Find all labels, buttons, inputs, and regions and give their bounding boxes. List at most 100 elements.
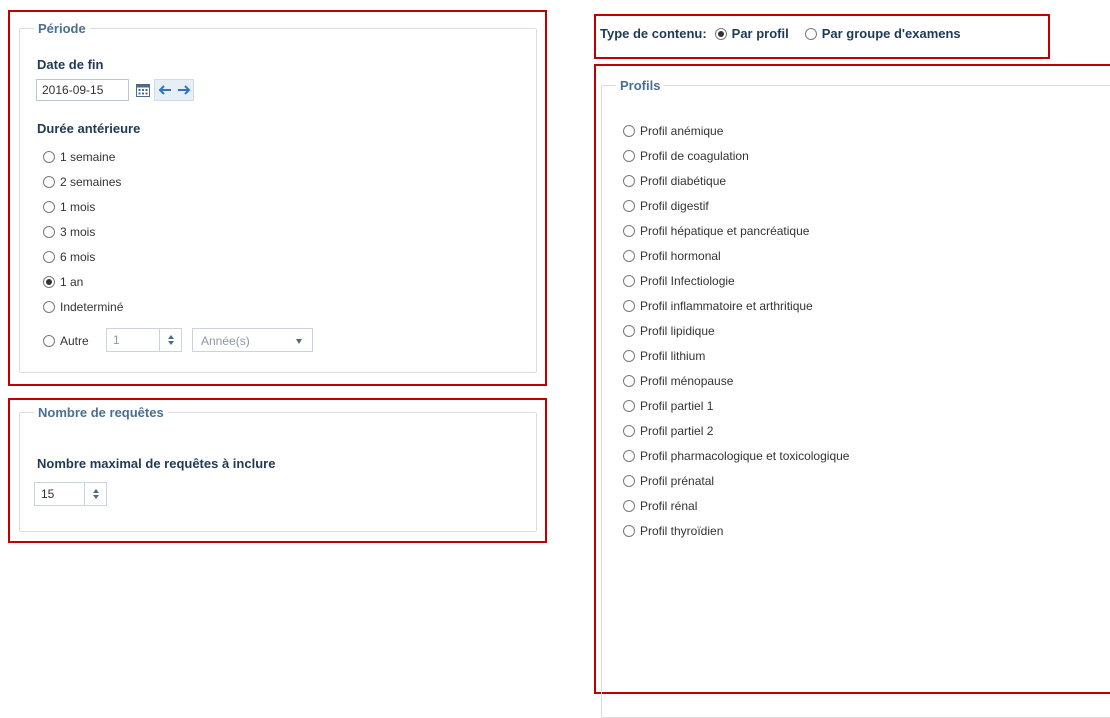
duration-label: Durée antérieure [37, 121, 141, 136]
content-type-option-profil[interactable]: Par profil [714, 26, 789, 41]
profil-option[interactable]: Profil diabétique [623, 171, 726, 191]
duration-option[interactable]: 1 an [43, 272, 83, 292]
arrow-right-icon[interactable] [176, 82, 192, 98]
profil-option[interactable]: Profil Infectiologie [623, 271, 735, 291]
radio-icon[interactable] [43, 335, 55, 347]
radio-icon[interactable] [623, 375, 635, 387]
profil-option[interactable]: Profil inflammatoire et arthritique [623, 296, 813, 316]
content-type-option-label: Par profil [731, 26, 789, 41]
radio-icon[interactable] [43, 251, 55, 263]
radio-icon[interactable] [623, 150, 635, 162]
profil-option-label: Profil thyroïdien [640, 524, 724, 538]
calendar-icon[interactable] [134, 81, 152, 99]
radio-icon[interactable] [623, 125, 635, 137]
duration-option[interactable]: 1 mois [43, 197, 95, 217]
profil-option-label: Profil partiel 2 [640, 424, 714, 438]
radio-icon[interactable] [43, 226, 55, 238]
duration-option-label: 2 semaines [60, 175, 122, 189]
profil-option-label: Profil diabétique [640, 174, 727, 188]
radio-icon[interactable] [623, 425, 635, 437]
radio-icon[interactable] [623, 175, 635, 187]
profil-option-label: Profil prénatal [640, 474, 715, 488]
radio-icon[interactable] [623, 225, 635, 237]
duration-option-label: Indeterminé [60, 300, 124, 314]
radio-icon[interactable] [623, 300, 635, 312]
radio-icon[interactable] [623, 200, 635, 212]
radio-icon[interactable] [623, 250, 635, 262]
duration-option[interactable]: 3 mois [43, 222, 95, 242]
duration-option-label: 3 mois [60, 225, 96, 239]
profil-option-label: Profil digestif [640, 199, 709, 213]
profil-option[interactable]: Profil anémique [623, 121, 723, 141]
max-requetes-value: 15 [41, 487, 55, 501]
end-date-input[interactable]: 2016-09-15 [36, 79, 129, 101]
radio-icon[interactable] [623, 450, 635, 462]
duration-option[interactable]: Indeterminé [43, 297, 123, 317]
other-amount-stepper[interactable]: 1 [106, 328, 182, 352]
radio-icon[interactable] [43, 201, 55, 213]
radio-icon[interactable] [43, 176, 55, 188]
radio-checked-icon[interactable] [43, 276, 55, 288]
profils-legend: Profils [620, 78, 661, 93]
duration-option-label: 1 semaine [60, 150, 116, 164]
radio-icon[interactable] [623, 525, 635, 537]
radio-icon[interactable] [623, 400, 635, 412]
profil-option[interactable]: Profil partiel 1 [623, 396, 713, 416]
content-type-row: Type de contenu: Par profil Par groupe d… [600, 26, 961, 41]
profil-option[interactable]: Profil lithium [623, 346, 705, 366]
end-date-label: Date de fin [37, 57, 104, 72]
profil-option[interactable]: Profil de coagulation [623, 146, 749, 166]
duration-other-label: Autre [60, 334, 89, 348]
radio-checked-icon[interactable] [714, 27, 727, 40]
radio-icon[interactable] [623, 350, 635, 362]
radio-icon[interactable] [623, 325, 635, 337]
content-type-option-groupe[interactable]: Par groupe d'examens [804, 26, 961, 41]
radio-icon[interactable] [804, 27, 817, 40]
duration-option[interactable]: 1 semaine [43, 147, 115, 167]
other-unit-value: Année(s) [201, 334, 250, 348]
max-requetes-label: Nombre maximal de requêtes à inclure [37, 456, 276, 471]
profil-option[interactable]: Profil digestif [623, 196, 709, 216]
stepper-arrows-icon[interactable] [159, 329, 181, 351]
profil-option-label: Profil anémique [640, 124, 724, 138]
other-amount-value: 1 [113, 333, 120, 347]
profil-option[interactable]: Profil rénal [623, 496, 697, 516]
content-type-option-label: Par groupe d'examens [821, 26, 961, 41]
profil-option[interactable]: Profil lipidique [623, 321, 715, 341]
profil-option[interactable]: Profil pharmacologique et toxicologique [623, 446, 849, 466]
radio-icon[interactable] [43, 301, 55, 313]
profil-option-label: Profil rénal [640, 499, 698, 513]
profil-option[interactable]: Profil hépatique et pancréatique [623, 221, 809, 241]
profil-option-label: Profil lipidique [640, 324, 715, 338]
profil-option-label: Profil ménopause [640, 374, 734, 388]
stepper-arrows-icon[interactable] [84, 483, 106, 505]
arrow-left-icon[interactable] [157, 82, 173, 98]
duration-option-label: 6 mois [60, 250, 96, 264]
duration-option-label: 1 an [60, 275, 84, 289]
profil-option-label: Profil hépatique et pancréatique [640, 224, 810, 238]
duration-option-other[interactable]: Autre [43, 331, 89, 351]
radio-icon[interactable] [623, 475, 635, 487]
content-type-label: Type de contenu: [600, 26, 707, 41]
radio-icon[interactable] [43, 151, 55, 163]
duration-option[interactable]: 2 semaines [43, 172, 121, 192]
profil-option-label: Profil partiel 1 [640, 399, 714, 413]
profil-option-label: Profil pharmacologique et toxicologique [640, 449, 850, 463]
profil-option[interactable]: Profil partiel 2 [623, 421, 713, 441]
periode-legend: Période [38, 21, 86, 36]
other-unit-select[interactable]: Année(s) [192, 328, 313, 352]
profil-option[interactable]: Profil hormonal [623, 246, 721, 266]
radio-icon[interactable] [623, 275, 635, 287]
requetes-legend: Nombre de requêtes [38, 405, 164, 420]
max-requetes-stepper[interactable]: 15 [34, 482, 107, 506]
duration-option[interactable]: 6 mois [43, 247, 95, 267]
profil-option[interactable]: Profil thyroïdien [623, 521, 723, 541]
profil-option-label: Profil de coagulation [640, 149, 749, 163]
profil-option-label: Profil hormonal [640, 249, 721, 263]
profil-option-label: Profil inflammatoire et arthritique [640, 299, 813, 313]
radio-icon[interactable] [623, 500, 635, 512]
profil-option[interactable]: Profil ménopause [623, 371, 733, 391]
duration-option-label: 1 mois [60, 200, 96, 214]
profil-option[interactable]: Profil prénatal [623, 471, 714, 491]
chevron-down-icon [296, 339, 302, 344]
